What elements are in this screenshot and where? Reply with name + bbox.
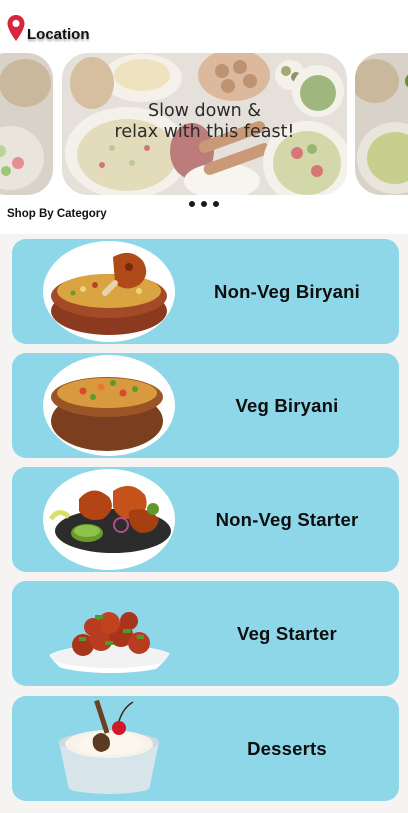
carousel-dot[interactable] (201, 201, 207, 207)
category-card-non-veg-biryani[interactable]: Non-Veg Biryani (12, 239, 399, 344)
banner-caption-line-2: relax with this feast! (114, 122, 295, 142)
banner-caption: Slow down & relax with this feast! (62, 101, 347, 143)
category-label[interactable]: Non-Veg Starter (175, 467, 399, 572)
category-label[interactable]: Non-Veg Biryani (175, 239, 399, 344)
category-card-veg-biryani[interactable]: Veg Biryani (12, 353, 399, 458)
category-card-desserts[interactable]: Desserts (12, 696, 399, 801)
carousel-dot[interactable] (189, 201, 195, 207)
category-label[interactable]: Desserts (175, 696, 399, 801)
map-pin-icon[interactable] (6, 14, 26, 42)
category-card-non-veg-starter[interactable]: Non-Veg Starter (12, 467, 399, 572)
banner-slide-previous[interactable] (0, 53, 53, 195)
category-card-veg-starter[interactable]: Veg Starter (12, 581, 399, 686)
top-bar: Location (0, 0, 408, 52)
category-label[interactable]: Veg Biryani (175, 353, 399, 458)
carousel-dots[interactable] (189, 201, 219, 209)
category-list: Non-Veg Biryani Veg Biryani Non-Veg Star… (0, 234, 408, 813)
desserts-image (43, 698, 175, 799)
veg-starter-image (43, 583, 175, 684)
section-title: Shop By Category (7, 208, 107, 220)
veg-biryani-image (43, 355, 175, 456)
location-label[interactable]: Location (27, 26, 90, 43)
carousel-dot[interactable] (213, 201, 219, 207)
banner-slide-next[interactable] (355, 53, 408, 195)
category-label[interactable]: Veg Starter (175, 581, 399, 686)
banner-caption-line-1: Slow down & (148, 101, 261, 121)
banner-carousel[interactable]: Slow down & relax with this feast! (0, 53, 408, 197)
non-veg-biryani-image (43, 241, 175, 342)
non-veg-starter-image (43, 469, 175, 570)
